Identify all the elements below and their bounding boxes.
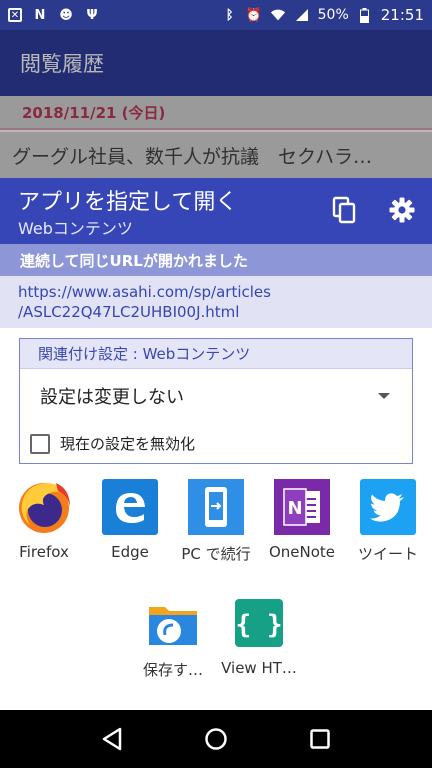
app-icon-x: ✕ [8, 8, 22, 22]
app-label: 保存す… [142, 661, 203, 679]
gear-icon [389, 197, 415, 223]
dialog-subtitle: Webコンテンツ [18, 219, 133, 238]
association-label-text: 関連付け設定 : Webコンテンツ [38, 345, 251, 363]
home-icon [205, 728, 227, 750]
url-line-1: https://www.asahi.com/sp/articles [18, 283, 271, 301]
association-selected: 設定は変更しない [40, 387, 184, 408]
home-button[interactable] [196, 719, 236, 759]
face-icon: ☻ [59, 7, 73, 23]
navigation-bar [0, 710, 432, 768]
association-settings: 関連付け設定 : Webコンテンツ 設定は変更しない 現在の設定を無効化 [19, 338, 413, 464]
app-label: Firefox [19, 543, 69, 561]
edge-icon [102, 479, 158, 535]
app-firefox[interactable]: Firefox [1, 479, 87, 561]
clock: 21:51 [380, 6, 424, 24]
repeat-url-notice: 連続して同じURLが開かれました [0, 244, 432, 276]
status-bar: ✕ N ☻ Ψ ᛒ ⏰ 50% 21:51 [0, 0, 432, 30]
firefox-icon [16, 479, 72, 535]
app-label: Edge [111, 543, 149, 561]
back-icon [102, 727, 122, 751]
settings-button[interactable] [386, 194, 418, 226]
checkbox-icon[interactable] [30, 433, 50, 454]
battery-percent: 50% [317, 7, 349, 23]
checkbox-label: 現在の設定を無効化 [60, 435, 196, 453]
alarm-icon: ⏰ [245, 7, 262, 23]
wifi-icon [270, 7, 286, 23]
recents-button[interactable] [300, 719, 340, 759]
app-view-html[interactable]: { } View HT… [216, 595, 302, 677]
app-continue-on-pc[interactable]: PC で続行 [173, 479, 259, 564]
app-edge[interactable]: Edge [87, 479, 173, 561]
app-label: PC で続行 [181, 545, 251, 563]
dialog-title: アプリを指定して開く [18, 190, 238, 215]
app-label: View HT… [221, 659, 297, 677]
recents-icon [310, 729, 330, 749]
association-label: 関連付け設定 : Webコンテンツ [20, 339, 412, 369]
bluetooth-icon: ᛒ [225, 7, 234, 23]
app-twitter[interactable]: ツイート [345, 479, 431, 564]
disable-current-setting-checkbox[interactable]: 現在の設定を無効化 [30, 433, 195, 454]
dialog-header: アプリを指定して開く Webコンテンツ [0, 178, 432, 244]
url-display[interactable]: https://www.asahi.com/sp/articles /ASLC2… [0, 276, 432, 328]
copy-icon [332, 196, 356, 224]
file-save-icon [145, 595, 201, 651]
onenote-icon: N [274, 479, 330, 535]
continue-on-pc-icon [188, 479, 244, 535]
battery-icon [357, 7, 373, 23]
svg-text:N: N [287, 498, 302, 519]
view-html-icon: { } [231, 595, 287, 651]
app-onenote[interactable]: N OneNote [259, 479, 345, 561]
app-label: OneNote [268, 543, 336, 561]
back-button[interactable] [92, 719, 132, 759]
dropdown-arrow-icon [378, 393, 390, 399]
app-file-save[interactable]: 保存す… [130, 595, 216, 680]
url-line-2: /ASLC22Q47LC2UHBI00J.html [18, 303, 240, 321]
signal-icon [294, 7, 310, 23]
app-icon-n: N [34, 7, 46, 23]
usb-icon: Ψ [86, 7, 98, 23]
svg-text:{ }: { } [236, 610, 283, 640]
app-label: ツイート [357, 545, 418, 563]
copy-button[interactable] [329, 194, 361, 226]
association-dropdown[interactable]: 設定は変更しない [20, 369, 412, 423]
scrim[interactable] [0, 30, 432, 178]
twitter-icon [360, 479, 416, 535]
notice-text: 連続して同じURLが開かれました [20, 251, 248, 270]
